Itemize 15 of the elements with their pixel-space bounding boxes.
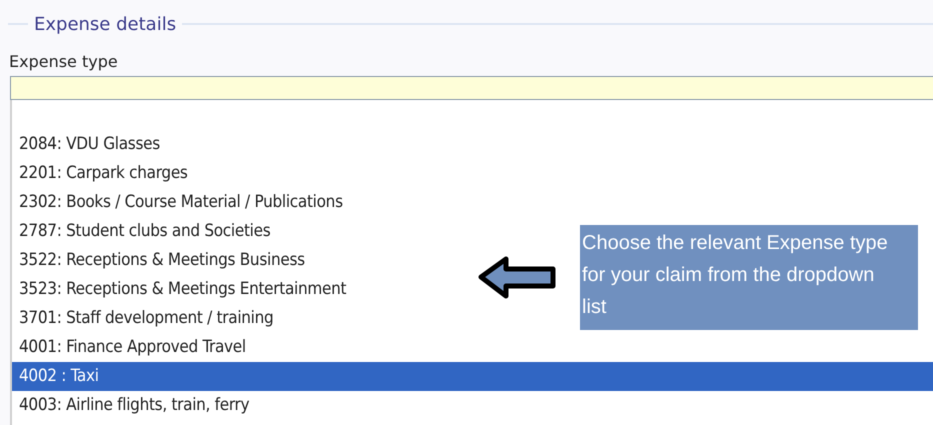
dropdown-option[interactable]: 4001: Finance Approved Travel xyxy=(12,333,250,362)
dropdown-option[interactable]: 3701: Staff development / training xyxy=(12,304,278,333)
dropdown-option[interactable]: 2787: Student clubs and Societies xyxy=(12,217,274,246)
section-title: Expense details xyxy=(33,14,178,34)
dropdown-option[interactable]: 2201: Carpark charges xyxy=(12,159,192,188)
dropdown-option[interactable]: 3522: Receptions & Meetings Business xyxy=(12,246,309,275)
field-label: Expense type xyxy=(9,52,119,72)
left-arrow-icon xyxy=(478,255,558,300)
dropdown-option[interactable]: 4003: Airline flights, train, ferry xyxy=(12,391,254,420)
dropdown-option[interactable]: 4002 : Taxi xyxy=(12,362,933,391)
expense-type-field[interactable] xyxy=(10,76,933,100)
callout-note: Choose the relevant Expense type for your claim from the dropdown list xyxy=(580,225,918,330)
dropdown-option[interactable]: 2302: Books / Course Material / Publications xyxy=(12,188,347,217)
dropdown-option[interactable]: 3523: Receptions & Meetings Entertainment xyxy=(12,275,350,304)
dropdown-option[interactable]: 2084: VDU Glasses xyxy=(12,130,164,159)
